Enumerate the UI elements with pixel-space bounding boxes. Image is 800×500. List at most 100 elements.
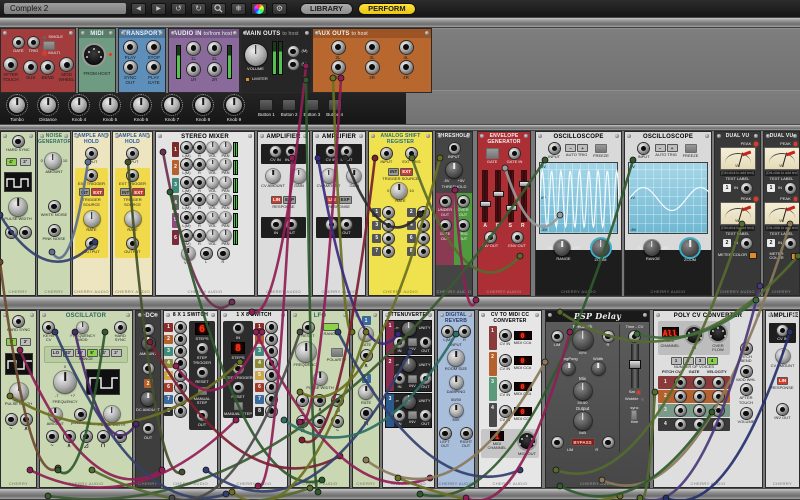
channel-pan-knob[interactable] xyxy=(220,176,231,188)
module-noise-generator[interactable]: NOISE GENERATOR 0 10 AMOUNT WHITE NOISE PI… xyxy=(37,131,71,296)
jack[interactable] xyxy=(383,219,395,231)
channel-right-jack[interactable] xyxy=(194,141,205,153)
trig-out-jack[interactable] xyxy=(457,220,469,232)
dc-out-jack[interactable] xyxy=(142,422,154,434)
meter-color-swatch[interactable] xyxy=(791,252,799,260)
sh-ext-trigger-jack[interactable] xyxy=(86,169,97,181)
delay-out-right-jack[interactable] xyxy=(602,436,614,448)
manual-step-button[interactable] xyxy=(197,386,207,395)
channel-right-jack[interactable] xyxy=(194,194,205,206)
wobble-led[interactable] xyxy=(640,397,644,402)
amount-knob[interactable] xyxy=(48,407,62,421)
scope-input-jack[interactable] xyxy=(548,142,560,154)
volume-knob[interactable] xyxy=(244,43,267,66)
single-multi-button[interactable] xyxy=(42,40,55,50)
sh-rate-knob[interactable] xyxy=(83,211,100,228)
sh-output-jack[interactable] xyxy=(85,237,97,249)
jack[interactable] xyxy=(175,345,186,357)
snowflake-icon[interactable]: ❄ xyxy=(231,2,246,15)
freeze-button[interactable] xyxy=(595,143,607,153)
jack[interactable] xyxy=(175,381,186,393)
trig-jack[interactable] xyxy=(27,36,39,48)
attn-in-jack[interactable] xyxy=(394,336,405,348)
decay-slider[interactable] xyxy=(492,169,504,222)
lfo-reset-jack[interactable] xyxy=(302,321,314,333)
perform-button[interactable] xyxy=(282,99,297,112)
waveform-jack[interactable] xyxy=(63,430,75,442)
jack[interactable] xyxy=(208,62,221,76)
trigger-int-button[interactable]: INT xyxy=(119,188,132,197)
vu-in-jack[interactable] xyxy=(741,237,752,249)
channel-pan-knob[interactable] xyxy=(220,194,231,206)
module-oscilloscope-1[interactable]: OSCILLOSCOPE INPUT − + AUTO TRIG FREEZE 5V… xyxy=(535,131,622,296)
jack[interactable] xyxy=(417,206,429,218)
module-psp-delay[interactable]: PSP Delay L/M Feedback 40% R PingPong Wid… xyxy=(545,310,650,488)
jack[interactable] xyxy=(123,60,137,74)
jack[interactable] xyxy=(266,369,277,381)
dc-amount-knob-2[interactable] xyxy=(141,392,155,407)
pulse-width-knob[interactable] xyxy=(9,382,28,401)
osc-out-jack[interactable] xyxy=(5,227,17,239)
option-button[interactable]: 4' xyxy=(98,348,110,357)
waveform-jack[interactable] xyxy=(297,415,309,427)
jack[interactable] xyxy=(175,333,186,345)
step-trigger-jack[interactable] xyxy=(232,362,244,374)
perform-knob[interactable] xyxy=(40,97,56,114)
midi-din-connector[interactable] xyxy=(81,42,106,67)
waveform-jack[interactable] xyxy=(297,395,309,407)
module-stereo-mixer[interactable]: STEREO MIXER 1 L(M) R VOL PAN 2 L(M) R VOL PAN 3 L(… xyxy=(155,131,255,296)
cv-in-jack[interactable] xyxy=(499,380,511,392)
attn-inv-button[interactable] xyxy=(408,411,417,420)
attn-inv-button[interactable] xyxy=(408,374,417,383)
module-digital-reverb[interactable]: DIGITAL REVERB L(M) R INPUT ROOM SIZE DA… xyxy=(437,310,475,488)
gain-knob[interactable] xyxy=(347,169,362,184)
amp-cv-in-jack[interactable] xyxy=(325,145,337,157)
trigger-ext-button[interactable]: EXT xyxy=(132,188,145,197)
reverb-right-out-jack[interactable] xyxy=(460,427,472,439)
amp-out-jack[interactable] xyxy=(285,219,297,231)
module-oscillator[interactable]: OSCILLATOR KEYB CV FREQUENCY MOD HARD SY… xyxy=(39,310,133,488)
attack-slider[interactable] xyxy=(479,169,491,222)
jack[interactable] xyxy=(41,60,55,74)
jack[interactable] xyxy=(266,333,277,345)
output-knob[interactable] xyxy=(573,412,592,431)
damping-knob[interactable] xyxy=(449,375,463,389)
white-noise-jack[interactable] xyxy=(48,200,60,212)
perform-button[interactable]: PERFORM xyxy=(358,2,416,15)
preset-name-field[interactable]: Complex 2 xyxy=(4,3,126,14)
amp-cv-in-jack[interactable] xyxy=(777,324,788,336)
gate-jack[interactable] xyxy=(693,404,705,416)
range-4-button[interactable]: 4' xyxy=(6,337,17,346)
channel-vol-knob[interactable] xyxy=(207,159,218,171)
channel-vol-knob[interactable] xyxy=(207,211,218,223)
channel-pan-knob[interactable] xyxy=(220,141,231,153)
jack[interactable] xyxy=(266,357,277,369)
module-transport[interactable]: TRANSPORT PLAY STOP SYNC OUT PLAY GATE xyxy=(118,28,166,93)
channel-pan-knob[interactable] xyxy=(220,229,231,241)
attenuverter-knob[interactable] xyxy=(401,321,416,336)
pulse-mod-jack[interactable] xyxy=(75,408,87,420)
osc-out-jack[interactable] xyxy=(5,414,17,426)
undo-icon[interactable]: ↺ xyxy=(171,2,186,15)
reverb-in-left-jack[interactable] xyxy=(442,326,453,337)
time-cv-jack[interactable] xyxy=(629,331,640,343)
velocity-jack[interactable] xyxy=(712,390,724,402)
settings-gear-icon[interactable]: ⚙ xyxy=(272,2,287,15)
reverb-left-out-jack[interactable] xyxy=(439,427,451,439)
lfo-out-jack[interactable] xyxy=(360,407,372,419)
sh-input-jack[interactable] xyxy=(86,148,97,159)
freq-mod-knob[interactable] xyxy=(77,321,89,333)
waveform-jack[interactable] xyxy=(80,430,92,442)
color-wheel-icon[interactable] xyxy=(251,2,267,15)
cv-in-jack[interactable] xyxy=(499,355,511,367)
reverb-in-right-jack[interactable] xyxy=(459,326,470,337)
dc-amount-knob[interactable] xyxy=(141,336,155,350)
perform-knob[interactable] xyxy=(195,97,211,114)
pitch-cv-jack[interactable] xyxy=(674,376,686,388)
hard-sync-jack[interactable] xyxy=(12,136,24,147)
asr-int-button[interactable]: INT xyxy=(387,167,400,176)
jack[interactable] xyxy=(123,40,137,54)
range-knob[interactable] xyxy=(643,240,660,257)
velocity-jack[interactable] xyxy=(712,404,724,416)
manual-step-button[interactable] xyxy=(233,401,243,410)
